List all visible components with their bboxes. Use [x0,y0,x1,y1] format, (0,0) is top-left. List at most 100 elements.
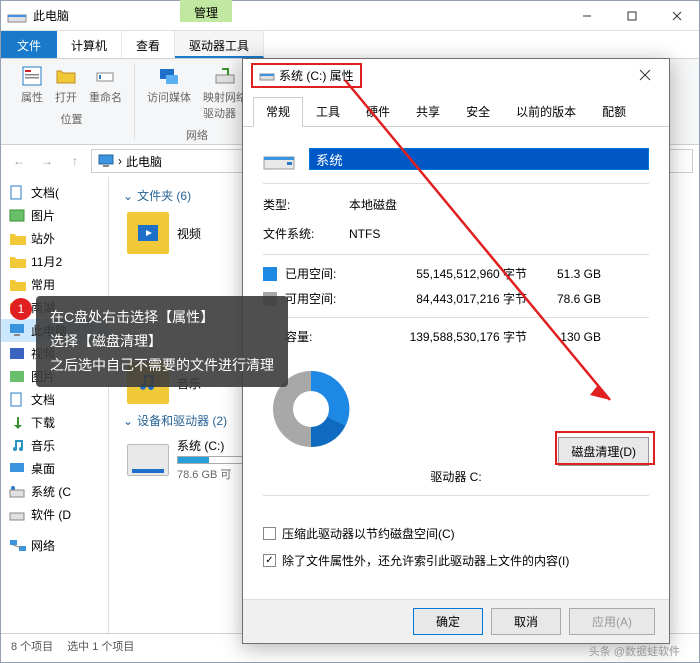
sidebar-item[interactable]: 文档( [1,181,108,204]
sidebar-item-network[interactable]: 网络 [1,534,108,557]
annotation-line: 之后选中自己不需要的文件进行清理 [50,354,274,378]
properties-icon [21,65,43,87]
compress-checkbox[interactable] [263,527,276,540]
dialog-title: 系统 (C:) 属性 [279,67,354,84]
apply-button[interactable]: 应用(A) [569,608,655,635]
fs-label: 文件系统: [263,225,349,242]
minimize-button[interactable] [564,2,609,30]
tab-general[interactable]: 常规 [253,97,303,127]
rename-button[interactable]: 重命名 [83,63,128,107]
pie-drive-label: 驱动器 C: [263,468,649,485]
capacity-bytes: 139,588,530,176 字节 [367,328,527,345]
dialog-titlebar: 系统 (C:) 属性 [243,59,669,91]
download-icon [9,415,27,431]
menubar: 文件 计算机 查看 驱动器工具 [1,31,699,59]
folder-label: 视频 [177,225,201,242]
window-title: 此电脑 [33,7,564,24]
used-bytes: 55,145,512,960 字节 [367,265,527,282]
folder-icon [9,277,27,293]
annotation-line: 选择【磁盘清理】 [50,330,274,354]
ribbon-group-label: 网络 [186,127,208,143]
annotation-line: 在C盘处右击选择【属性】 [50,306,274,330]
capacity-gb: 130 GB [527,330,601,344]
up-button[interactable]: ↑ [63,149,87,173]
sidebar-item[interactable]: 下载 [1,411,108,434]
picture-icon [9,369,27,385]
drive-icon [7,8,27,24]
maximize-button[interactable] [609,2,654,30]
pc-icon [98,154,114,168]
close-button[interactable] [654,2,699,30]
file-menu[interactable]: 文件 [1,31,57,58]
manage-contextual-tab[interactable]: 管理 [180,0,232,22]
sidebar-item[interactable]: 桌面 [1,457,108,480]
free-label: 可用空间: [285,290,367,307]
drive-icon [127,444,169,476]
rename-icon [95,65,117,87]
drive-icon [9,484,27,500]
annotation-badge: 1 [10,298,32,320]
sidebar-item-drive-c[interactable]: 系统 (C [1,480,108,503]
view-tab[interactable]: 查看 [122,31,175,58]
used-gb: 51.3 GB [527,267,601,281]
drive-name-input[interactable] [309,148,649,170]
sidebar-item-drive-d[interactable]: 软件 (D [1,503,108,526]
drivetools-tab[interactable]: 驱动器工具 [175,31,264,58]
video-folder-icon [127,212,169,254]
properties-button[interactable]: 属性 [15,63,49,107]
used-color-icon [263,267,277,281]
breadcrumb[interactable]: 此电脑 [126,153,162,170]
fs-value: NTFS [349,227,380,241]
dialog-close-button[interactable] [629,65,661,85]
status-items: 8 个项目 [11,638,53,654]
index-checkbox[interactable]: ✓ [263,554,276,567]
folder-open-icon [55,65,77,87]
ribbon-group-label: 位置 [61,111,83,127]
tab-hardware[interactable]: 硬件 [353,97,403,126]
ribbon-group-location: 属性 打开 重命名 位置 [9,63,135,140]
folder-icon [9,231,27,247]
type-value: 本地磁盘 [349,196,397,213]
cancel-button[interactable]: 取消 [491,608,561,635]
dialog-tabs: 常规 工具 硬件 共享 安全 以前的版本 配额 [243,97,669,127]
compress-label: 压缩此驱动器以节约磁盘空间(C) [282,525,455,542]
dialog-body: 类型:本地磁盘 文件系统:NTFS 已用空间:55,145,512,960 字节… [243,127,669,588]
dialog-footer: 确定 取消 应用(A) [243,599,669,643]
dialog-title-highlight: 系统 (C:) 属性 [251,63,362,88]
tab-tools[interactable]: 工具 [303,97,353,126]
map-drive-icon [214,65,236,87]
cleanup-highlight [555,431,655,465]
computer-tab[interactable]: 计算机 [57,31,122,58]
music-icon [9,438,27,454]
open-button[interactable]: 打开 [49,63,83,107]
sidebar-item[interactable]: 站外 [1,227,108,250]
back-button[interactable]: ← [7,149,31,173]
media-icon [158,65,180,87]
sidebar-item[interactable]: 图片 [1,204,108,227]
sidebar-item[interactable]: 文档 [1,388,108,411]
forward-button[interactable]: → [35,149,59,173]
properties-dialog: 系统 (C:) 属性 常规 工具 硬件 共享 安全 以前的版本 配额 类型:本地… [242,58,670,644]
desktop-icon [9,461,27,477]
document-icon [9,185,27,201]
drive-icon [259,68,275,82]
tab-security[interactable]: 安全 [453,97,503,126]
folder-icon [9,254,27,270]
titlebar: 此电脑 管理 [1,1,699,31]
ok-button[interactable]: 确定 [413,608,483,635]
free-gb: 78.6 GB [527,292,601,306]
tab-sharing[interactable]: 共享 [403,97,453,126]
drive-icon [9,507,27,523]
pc-icon [9,323,27,339]
status-selected: 选中 1 个项目 [67,638,134,654]
free-bytes: 84,443,017,216 字节 [367,290,527,307]
tab-quota[interactable]: 配额 [589,97,639,126]
sidebar-item[interactable]: 常用 [1,273,108,296]
type-label: 类型: [263,196,349,213]
tab-previous[interactable]: 以前的版本 [503,97,589,126]
sidebar-item[interactable]: 音乐 [1,434,108,457]
document-icon [9,392,27,408]
access-media-button[interactable]: 访问媒体 [141,63,197,123]
sidebar-item[interactable]: 11月2 [1,250,108,273]
annotation-tooltip: 在C盘处右击选择【属性】 选择【磁盘清理】 之后选中自己不需要的文件进行清理 [36,296,288,387]
